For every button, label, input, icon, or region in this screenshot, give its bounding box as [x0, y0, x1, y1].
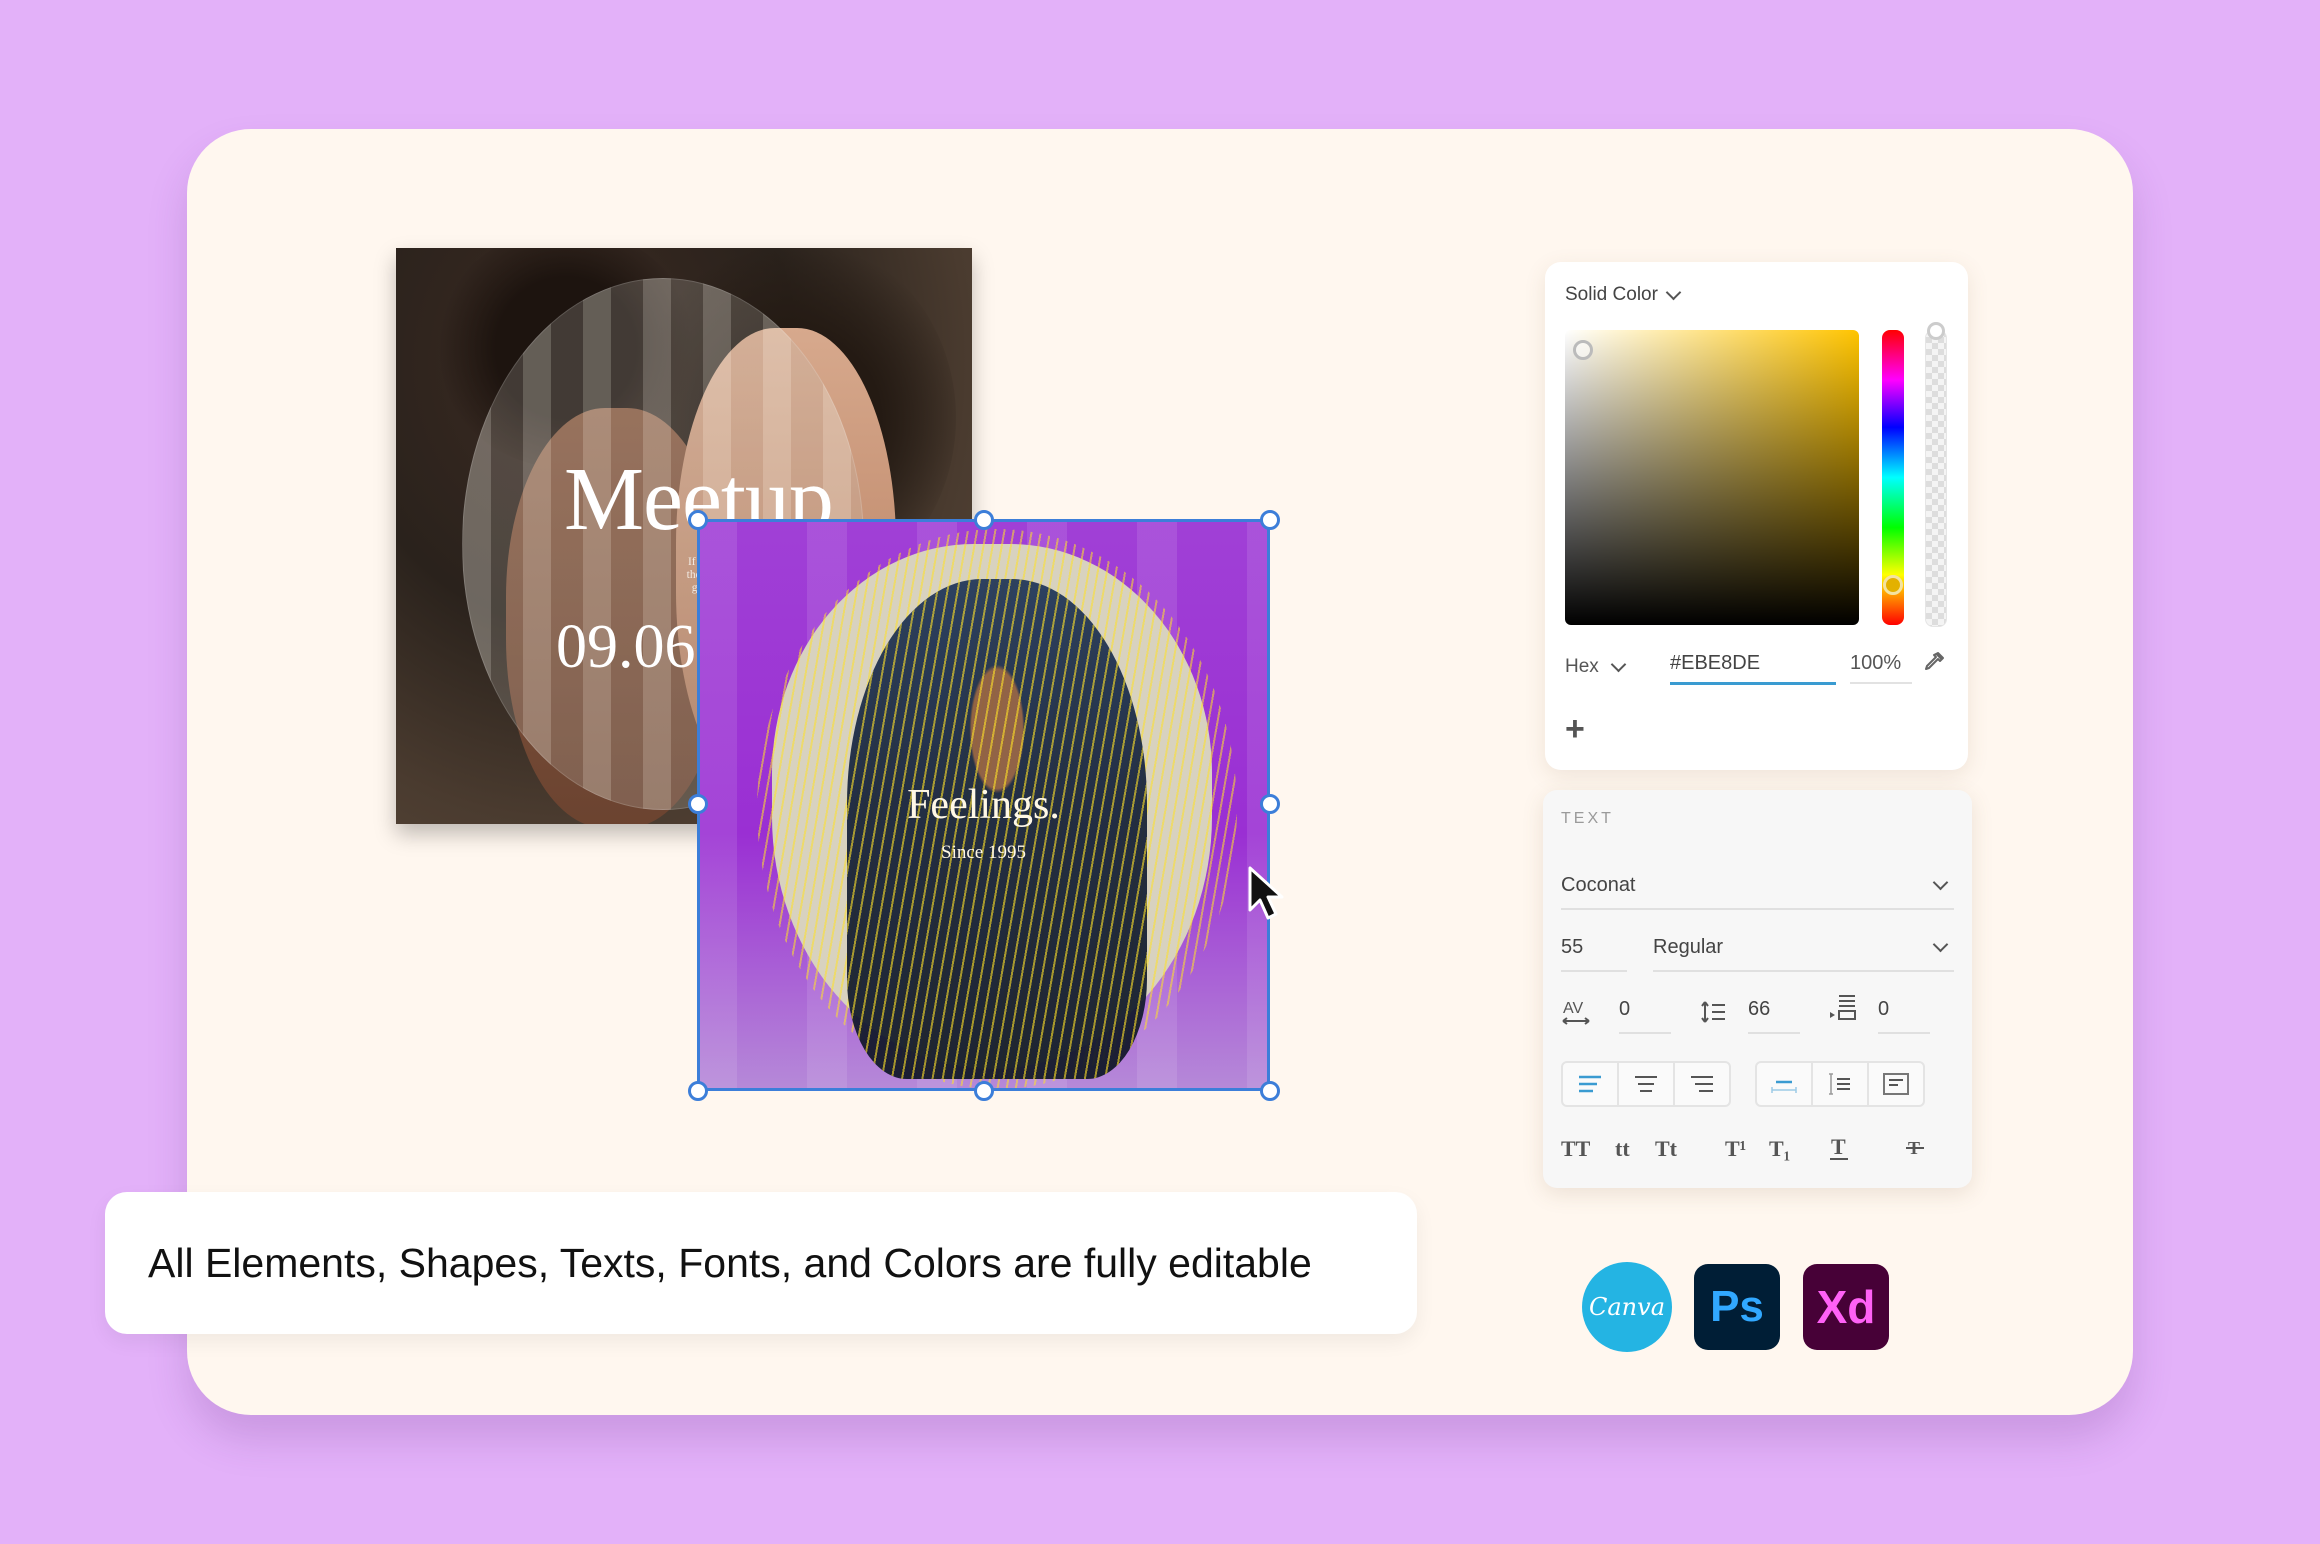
resize-handle-bottom-right[interactable]	[1260, 1081, 1280, 1101]
letter-spacing-input[interactable]: 0	[1619, 998, 1671, 1034]
feelings-poster[interactable]: Feelings. Since 1995	[697, 519, 1270, 1091]
font-style-value: Regular	[1653, 936, 1724, 958]
auto-height-button[interactable]	[1813, 1063, 1869, 1105]
hex-input[interactable]	[1670, 644, 1836, 685]
titlecase-button[interactable]: Tt	[1655, 1136, 1677, 1162]
fill-mode-dropdown[interactable]: Solid Color	[1565, 284, 1682, 306]
panel-header: TEXT	[1561, 810, 1614, 827]
subscript-button[interactable]: T₁	[1769, 1136, 1790, 1162]
resize-handle-right[interactable]	[1260, 794, 1280, 814]
line-height-input[interactable]: 66	[1748, 998, 1800, 1034]
photoshop-logo-icon: Ps	[1694, 1264, 1780, 1350]
saturation-value-area[interactable]	[1565, 330, 1859, 625]
paragraph-spacing-icon	[1830, 995, 1856, 1020]
chevron-down-icon	[1665, 284, 1682, 301]
mouse-cursor-icon	[1248, 866, 1284, 920]
alpha-slider[interactable]	[1925, 330, 1947, 627]
font-family-dropdown[interactable]: Coconat	[1561, 874, 1954, 910]
resize-handle-bottom-left[interactable]	[688, 1081, 708, 1101]
caption-text: All Elements, Shapes, Texts, Fonts, and …	[148, 1239, 1312, 1286]
lowercase-button[interactable]: tt	[1615, 1136, 1630, 1162]
uppercase-button[interactable]: TT	[1561, 1136, 1590, 1162]
font-size-input[interactable]: 55	[1561, 936, 1627, 972]
underline-icon[interactable]: T	[1827, 1134, 1851, 1162]
wavy-lines-overlay	[847, 579, 1147, 1079]
add-color-button[interactable]: +	[1565, 712, 1585, 746]
align-right-button[interactable]	[1675, 1063, 1729, 1105]
letter-spacing-icon: AV	[1562, 1000, 1590, 1025]
align-left-button[interactable]	[1563, 1063, 1619, 1105]
caption-banner: All Elements, Shapes, Texts, Fonts, and …	[105, 1192, 1417, 1334]
resize-handle-top-right[interactable]	[1260, 510, 1280, 530]
paragraph-spacing-input[interactable]: 0	[1878, 998, 1930, 1034]
line-height-icon	[1701, 1001, 1725, 1023]
adobe-xd-label: Xd	[1816, 1281, 1876, 1333]
line-height-value: 66	[1748, 998, 1771, 1020]
fill-mode-label: Solid Color	[1565, 284, 1658, 305]
alpha-slider-knob[interactable]	[1927, 322, 1945, 340]
text-properties-panel: TEXT Coconat 55 Regular AV 0 66 0 TT tt …	[1543, 790, 1972, 1188]
chevron-down-icon	[1932, 874, 1949, 891]
align-right-icon	[1691, 1076, 1713, 1092]
canva-label: Canva	[1589, 1293, 1665, 1321]
color-picker-panel: Solid Color Hex +	[1545, 262, 1968, 770]
chevron-down-icon	[1932, 936, 1949, 953]
svg-text:T: T	[1831, 1134, 1846, 1159]
color-format-dropdown[interactable]: Hex	[1565, 656, 1627, 678]
adobe-xd-logo-icon: Xd	[1803, 1264, 1889, 1350]
text-align-group	[1561, 1061, 1731, 1107]
meetup-date[interactable]: 09.06.	[556, 612, 711, 683]
strikethrough-icon[interactable]: T	[1903, 1134, 1927, 1162]
auto-width-button[interactable]	[1757, 1063, 1813, 1105]
color-format-label: Hex	[1565, 656, 1599, 677]
align-center-icon	[1635, 1076, 1657, 1092]
letter-spacing-value: 0	[1619, 998, 1631, 1020]
eyedropper-icon[interactable]	[1922, 650, 1946, 674]
fixed-size-icon	[1883, 1073, 1909, 1095]
canva-logo-icon: Canva	[1582, 1262, 1672, 1352]
font-family-value: Coconat	[1561, 874, 1636, 896]
hue-slider-knob[interactable]	[1883, 575, 1903, 595]
chevron-down-icon	[1610, 656, 1627, 673]
font-style-dropdown[interactable]: Regular	[1653, 936, 1954, 972]
feelings-subtitle[interactable]: Since 1995	[697, 842, 1270, 864]
superscript-button[interactable]: T¹	[1725, 1136, 1746, 1162]
paragraph-spacing-value: 0	[1878, 998, 1890, 1020]
resize-handle-bottom[interactable]	[974, 1081, 994, 1101]
svg-text:AV: AV	[1563, 1000, 1583, 1017]
resize-handle-left[interactable]	[688, 794, 708, 814]
auto-height-icon	[1829, 1073, 1850, 1095]
opacity-input[interactable]	[1850, 644, 1912, 684]
resize-handle-top[interactable]	[974, 510, 994, 530]
photoshop-label: Ps	[1710, 1282, 1764, 1331]
text-sizing-group	[1755, 1061, 1925, 1107]
resize-handle-top-left[interactable]	[688, 510, 708, 530]
color-picker-knob[interactable]	[1573, 340, 1593, 360]
align-center-button[interactable]	[1619, 1063, 1675, 1105]
fixed-size-button[interactable]	[1869, 1063, 1923, 1105]
auto-width-icon	[1771, 1080, 1797, 1093]
align-left-icon	[1579, 1075, 1601, 1093]
feelings-title[interactable]: Feelings.	[697, 781, 1270, 829]
font-size-value: 55	[1561, 936, 1584, 958]
